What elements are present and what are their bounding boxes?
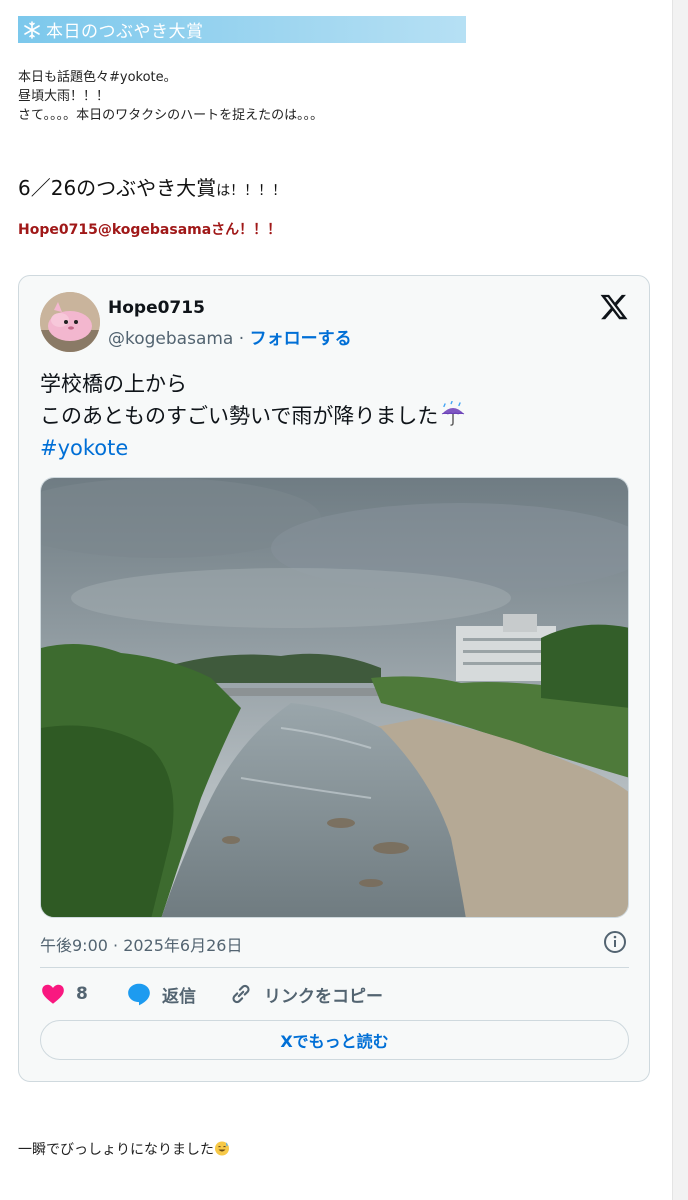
reply-bubble-icon bbox=[128, 983, 150, 1006]
user-handle[interactable]: @kogebasama bbox=[108, 329, 233, 349]
read-more-button[interactable]: Xでもっと読む bbox=[40, 1020, 629, 1060]
tweet-hashtag-link[interactable]: #yokote bbox=[40, 432, 466, 464]
like-count: 8 bbox=[76, 984, 88, 1004]
tweet-text: 学校橋の上から このあとものすごい勢いで雨が降りました #yokote bbox=[40, 368, 466, 464]
award-title-suffix: は！！！！ bbox=[216, 183, 287, 199]
section-header: 本日のつぶやき大賞 bbox=[18, 16, 466, 43]
copy-link-button[interactable]: リンクをコピー bbox=[228, 979, 383, 1009]
heart-icon bbox=[42, 984, 64, 1004]
winner-name: Hope0715@kogebasamaさん！！！ bbox=[18, 222, 282, 238]
snowflake-icon bbox=[24, 20, 40, 39]
tweet-photo[interactable] bbox=[40, 477, 629, 918]
reply-button[interactable]: 返信 bbox=[126, 979, 196, 1009]
info-icon[interactable] bbox=[603, 930, 627, 954]
handle-separator: · bbox=[233, 329, 250, 349]
avatar[interactable] bbox=[40, 292, 100, 352]
tweet-text-line-2-wrap: このあとものすごい勢いで雨が降りました bbox=[40, 400, 466, 432]
x-logo-icon[interactable] bbox=[599, 292, 629, 322]
tweet-text-line-1: 学校橋の上から bbox=[40, 372, 187, 396]
tweet-divider bbox=[40, 967, 629, 968]
tweet-actions: 8 返信 リンクをコピー bbox=[40, 979, 629, 1009]
intro-line-1: 本日も話題色々#yokote。 bbox=[18, 70, 177, 85]
intro-text: 本日も話題色々#yokote。 昼頃大雨！！！ さて。。。。本日のワタクシのハー… bbox=[18, 68, 323, 125]
umbrella-rain-icon bbox=[442, 401, 465, 426]
link-icon bbox=[232, 984, 250, 1004]
tweet-timestamp[interactable]: 午後9:00 · 2025年6月26日 bbox=[40, 932, 242, 956]
user-display-name[interactable]: Hope0715 bbox=[108, 298, 205, 318]
footer-text: 一瞬でびっしょりになりました bbox=[18, 1139, 230, 1159]
user-handle-line: @kogebasama · フォローする bbox=[108, 324, 352, 349]
tweet-meta-row: 午後9:00 · 2025年6月26日 bbox=[40, 930, 629, 956]
award-title-main: 6／26のつぶやき大賞 bbox=[18, 176, 217, 200]
reply-label: 返信 bbox=[162, 986, 196, 1007]
scrollbar[interactable] bbox=[672, 0, 688, 1200]
sweat-smile-emoji-icon bbox=[215, 1141, 229, 1156]
follow-button[interactable]: フォローする bbox=[250, 329, 352, 349]
like-button[interactable]: 8 bbox=[40, 979, 88, 1009]
award-title: 6／26のつぶやき大賞は！！！！ bbox=[18, 172, 286, 201]
embedded-tweet-card: Hope0715 @kogebasama · フォローする 学校橋の上から この… bbox=[18, 275, 650, 1082]
tweet-text-line-2: このあとものすごい勢いで雨が降りました bbox=[40, 404, 439, 428]
intro-line-3: さて。。。。本日のワタクシのハートを捉えたのは。。。 bbox=[18, 108, 324, 123]
section-header-title: 本日のつぶやき大賞 bbox=[46, 22, 204, 42]
footer-text-content: 一瞬でびっしょりになりました bbox=[18, 1142, 214, 1158]
intro-line-2: 昼頃大雨！！！ bbox=[18, 89, 110, 104]
copy-link-label: リンクをコピー bbox=[264, 986, 383, 1007]
